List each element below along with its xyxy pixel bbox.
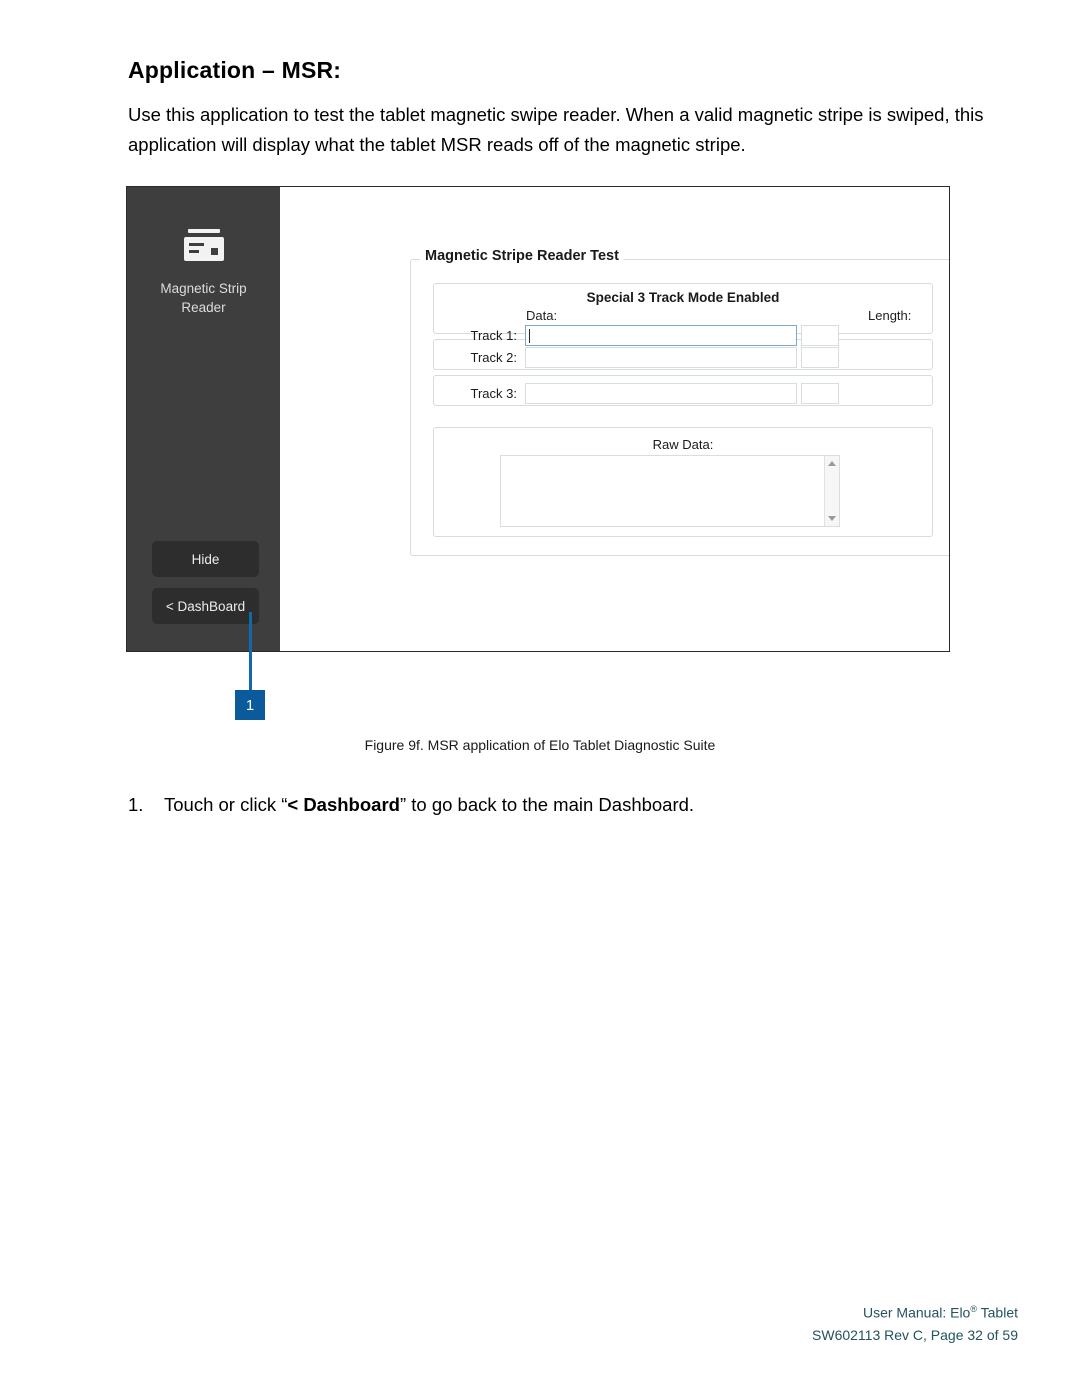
footer-manual-label: User Manual: Elo (862, 1304, 971, 1321)
length-column-header: Length: (868, 308, 912, 323)
track3-data-input[interactable] (525, 383, 797, 404)
callout-badge-1: 1 (235, 690, 265, 720)
hide-button[interactable]: Hide (152, 541, 259, 577)
figure-caption: Figure 9f. MSR application of Elo Tablet… (364, 737, 716, 753)
app-sidebar: Magnetic Strip Reader Hide < DashBoard (127, 187, 280, 651)
footer-line-2: SW602113 Rev C, Page 32 of 59 (812, 1326, 1018, 1343)
step-number: 1. (128, 794, 144, 815)
app-main-panel: Magnetic Stripe Reader Test Special 3 Tr… (280, 187, 949, 651)
raw-data-label: Raw Data: (652, 437, 714, 452)
track3-label: Track 3: (470, 386, 517, 401)
track3-length-input[interactable] (801, 383, 839, 404)
track2-length-input[interactable] (801, 347, 839, 368)
intro-paragraph: Use this application to test the tablet … (128, 104, 984, 155)
step-text-after: ” to go back to the main Dashboard. (399, 794, 695, 815)
footer-product-label: Tablet (977, 1304, 1018, 1321)
special-mode-label: Special 3 Track Mode Enabled (586, 290, 780, 305)
scroll-down-arrow-icon[interactable] (828, 516, 836, 521)
scroll-up-arrow-icon[interactable] (828, 461, 836, 466)
registered-trademark-icon: ® (970, 1304, 977, 1314)
magnetic-stripe-card-icon (127, 229, 280, 266)
app-name-line1: Magnetic Strip (160, 281, 247, 296)
msr-test-groupbox-title: Magnetic Stripe Reader Test (420, 248, 624, 264)
track1-data-input[interactable] (525, 325, 797, 346)
screenshot-figure: Magnetic Strip Reader Hide < DashBoard M… (126, 186, 950, 652)
app-name-line2: Reader (181, 300, 226, 315)
app-name-label: Magnetic Strip Reader (127, 279, 280, 317)
track2-label: Track 2: (470, 350, 517, 365)
track1-length-input[interactable] (801, 325, 839, 346)
step-list-item: 1. Touch or click “< Dashboard” to go bac… (128, 791, 988, 819)
raw-data-textarea[interactable] (500, 455, 840, 527)
track1-label: Track 1: (470, 328, 517, 343)
dashboard-back-button[interactable]: < DashBoard (152, 588, 259, 624)
dashboard-back-button-label: < DashBoard (165, 598, 246, 614)
data-column-header: Data: (526, 308, 558, 323)
step-text-bold: < Dashboard (287, 794, 400, 815)
footer-line-1: User Manual: Elo® Tablet (812, 1298, 1018, 1324)
hide-button-label: Hide (191, 551, 220, 567)
callout-leader-line (249, 612, 252, 690)
raw-data-scrollbar[interactable] (824, 456, 839, 526)
track2-data-input[interactable] (525, 347, 797, 368)
page-title: Application – MSR: (128, 57, 342, 83)
text-cursor-icon (529, 329, 530, 343)
page-footer: User Manual: Elo® Tablet SW602113 Rev C,… (812, 1298, 1018, 1346)
step-text-before: Touch or click “ (164, 794, 288, 815)
